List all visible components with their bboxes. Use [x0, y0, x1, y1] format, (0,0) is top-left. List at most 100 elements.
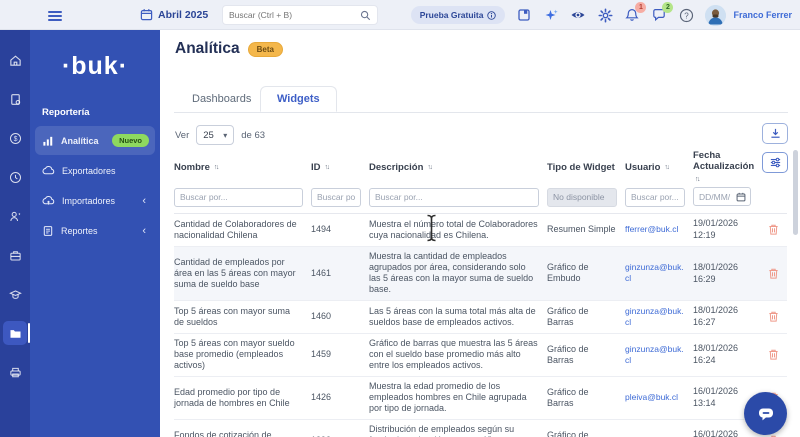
training-icon[interactable]	[3, 282, 27, 306]
filter-nombre[interactable]	[174, 187, 303, 207]
scrollbar[interactable]	[793, 150, 798, 235]
user-link[interactable]: ginzunza@buk.cl	[625, 262, 684, 284]
delete-button[interactable]	[768, 310, 779, 323]
user-name[interactable]: Franco Ferrer	[733, 10, 792, 20]
sort-icon[interactable]: ↑↓	[427, 162, 433, 173]
notifications-badge: 1	[635, 2, 647, 13]
info-icon	[487, 10, 497, 20]
cell-id: 1494	[311, 224, 332, 234]
sidebar-section-label: Reportería	[42, 107, 90, 118]
global-search[interactable]	[222, 5, 378, 25]
cell-nombre: Fondos de cotización de empleados	[174, 429, 272, 437]
col-header-descripcion[interactable]: Descripción ↑↓	[369, 162, 547, 173]
delete-button[interactable]	[768, 348, 779, 361]
page-size-select[interactable]: 25 ▾	[196, 125, 235, 145]
tab-widgets[interactable]: Widgets	[260, 86, 337, 112]
tasks-icon[interactable]	[3, 87, 27, 111]
period-label[interactable]: Abril 2025	[158, 9, 208, 21]
sidebar-item-exportadores[interactable]: Exportadores	[35, 156, 155, 185]
widgets-table: Nombre ↑↓ ID ↑↓ Descripción ↑↓ Tipo de Widg…	[174, 150, 787, 437]
cell-fecha: 18/01/2026 16:29	[693, 247, 759, 300]
cell-usuario: ginzunza@buk.cl	[625, 334, 693, 376]
bar-chart-icon	[42, 135, 54, 147]
printer-icon[interactable]	[3, 360, 27, 384]
calendar-icon[interactable]	[140, 8, 153, 21]
filter-usuario[interactable]	[625, 187, 685, 207]
beta-badge: Beta	[247, 41, 283, 57]
filter-fecha[interactable]: DD/MM/	[693, 187, 751, 206]
cell-delete	[759, 334, 787, 376]
filter-id[interactable]	[311, 187, 361, 207]
cell-descripcion: Muestra la cantidad de empleados agrupad…	[369, 251, 534, 294]
user-link[interactable]: pleiva@buk.cl	[625, 392, 678, 403]
delete-button[interactable]	[768, 223, 779, 236]
payroll-icon[interactable]: $	[3, 126, 27, 150]
main-content: Analítica Beta Dashboards Widgets Ver 25…	[160, 30, 800, 437]
time-icon[interactable]	[3, 165, 27, 189]
cell-id: 1459	[311, 349, 332, 359]
cell-tipo: Gráfico de Barras	[547, 343, 589, 365]
total-count-label: de 63	[241, 129, 266, 141]
cell-delete	[759, 301, 787, 333]
chevron-left-icon: ‹	[142, 224, 146, 237]
user-link[interactable]: ginzunza@buk.cl	[625, 306, 684, 328]
delete-button[interactable]	[768, 267, 779, 280]
icon-rail: $	[0, 30, 30, 437]
user-link[interactable]: fferrer@buk.cl	[625, 224, 678, 235]
document-icon	[42, 225, 54, 237]
eye-icon[interactable]	[570, 7, 586, 23]
home-icon[interactable]	[3, 48, 27, 72]
cell-usuario: pleiva@buk.cl	[625, 377, 693, 419]
cell-nombre: Top 5 áreas con mayor suma de sueldos	[174, 305, 291, 327]
cell-descripcion: Muestra la edad promedio de los empleado…	[369, 381, 527, 413]
col-header-id[interactable]: ID ↑↓	[311, 162, 369, 173]
svg-text:?: ?	[684, 11, 689, 20]
search-icon[interactable]	[360, 10, 371, 21]
sort-icon[interactable]: ↑↓	[695, 174, 701, 185]
save-icon[interactable]	[516, 7, 532, 23]
people-icon[interactable]	[3, 204, 27, 228]
briefcase-icon[interactable]	[3, 243, 27, 267]
col-header-fecha[interactable]: Fecha Actualización ↑↓	[693, 150, 759, 185]
sidebar-item-importadores[interactable]: Importadores ‹	[35, 186, 155, 215]
col-header-nombre[interactable]: Nombre ↑↓	[174, 162, 311, 173]
sidebar-item-label: Importadores	[62, 195, 116, 206]
col-header-usuario[interactable]: Usuario ↑↓	[625, 162, 693, 173]
cell-id: 1461	[311, 267, 332, 278]
cell-descripcion: Gráfico de barras que muestra las 5 área…	[369, 338, 538, 370]
topbar: Abril 2025 Prueba Gratuita 1	[0, 0, 800, 30]
page-title: Analítica	[175, 40, 240, 57]
cell-tipo: Gráfico de Embudo	[547, 262, 589, 283]
sidebar-item-label: Reportes	[61, 225, 98, 236]
sort-icon[interactable]: ↑↓	[664, 162, 670, 173]
gear-icon[interactable]	[597, 7, 613, 23]
trial-badge[interactable]: Prueba Gratuita	[410, 6, 506, 24]
fecha-time: 12:19	[693, 230, 716, 240]
reports-folder-icon[interactable]	[3, 321, 30, 345]
sidebar-item-reportes[interactable]: Reportes ‹	[35, 216, 155, 245]
help-icon[interactable]: ?	[678, 7, 694, 23]
table-header: Nombre ↑↓ ID ↑↓ Descripción ↑↓ Tipo de Widg…	[174, 150, 787, 185]
avatar[interactable]	[705, 4, 727, 26]
cell-id: 1393	[311, 420, 369, 437]
bell-icon[interactable]: 1	[624, 2, 647, 23]
download-button[interactable]	[762, 123, 788, 144]
cell-tipo: Gráfico de Treemap	[547, 429, 589, 437]
calendar-icon[interactable]	[736, 192, 746, 202]
sort-icon[interactable]: ↑↓	[214, 162, 220, 173]
chat-fab-button[interactable]	[744, 392, 787, 435]
cell-id: 1426	[311, 392, 332, 402]
user-link[interactable]: ginzunza@buk.cl	[625, 344, 684, 366]
sort-icon[interactable]: ↑↓	[325, 162, 331, 173]
svg-text:$: $	[13, 136, 17, 143]
sparkles-icon[interactable]	[543, 7, 559, 23]
cell-tipo: Gráfico de Barras	[547, 305, 589, 327]
hamburger-icon[interactable]	[48, 9, 62, 23]
tab-dashboards[interactable]: Dashboards	[176, 86, 267, 112]
sidebar-item-analitica[interactable]: Analítica Nuevo	[35, 126, 155, 155]
search-input[interactable]	[229, 10, 360, 20]
table-row: Cantidad de Colaboradores de nacionalida…	[174, 214, 787, 247]
chat-icon[interactable]: 2	[651, 2, 674, 23]
filter-descripcion[interactable]	[369, 187, 539, 207]
fecha-time: 16:29	[693, 273, 716, 284]
